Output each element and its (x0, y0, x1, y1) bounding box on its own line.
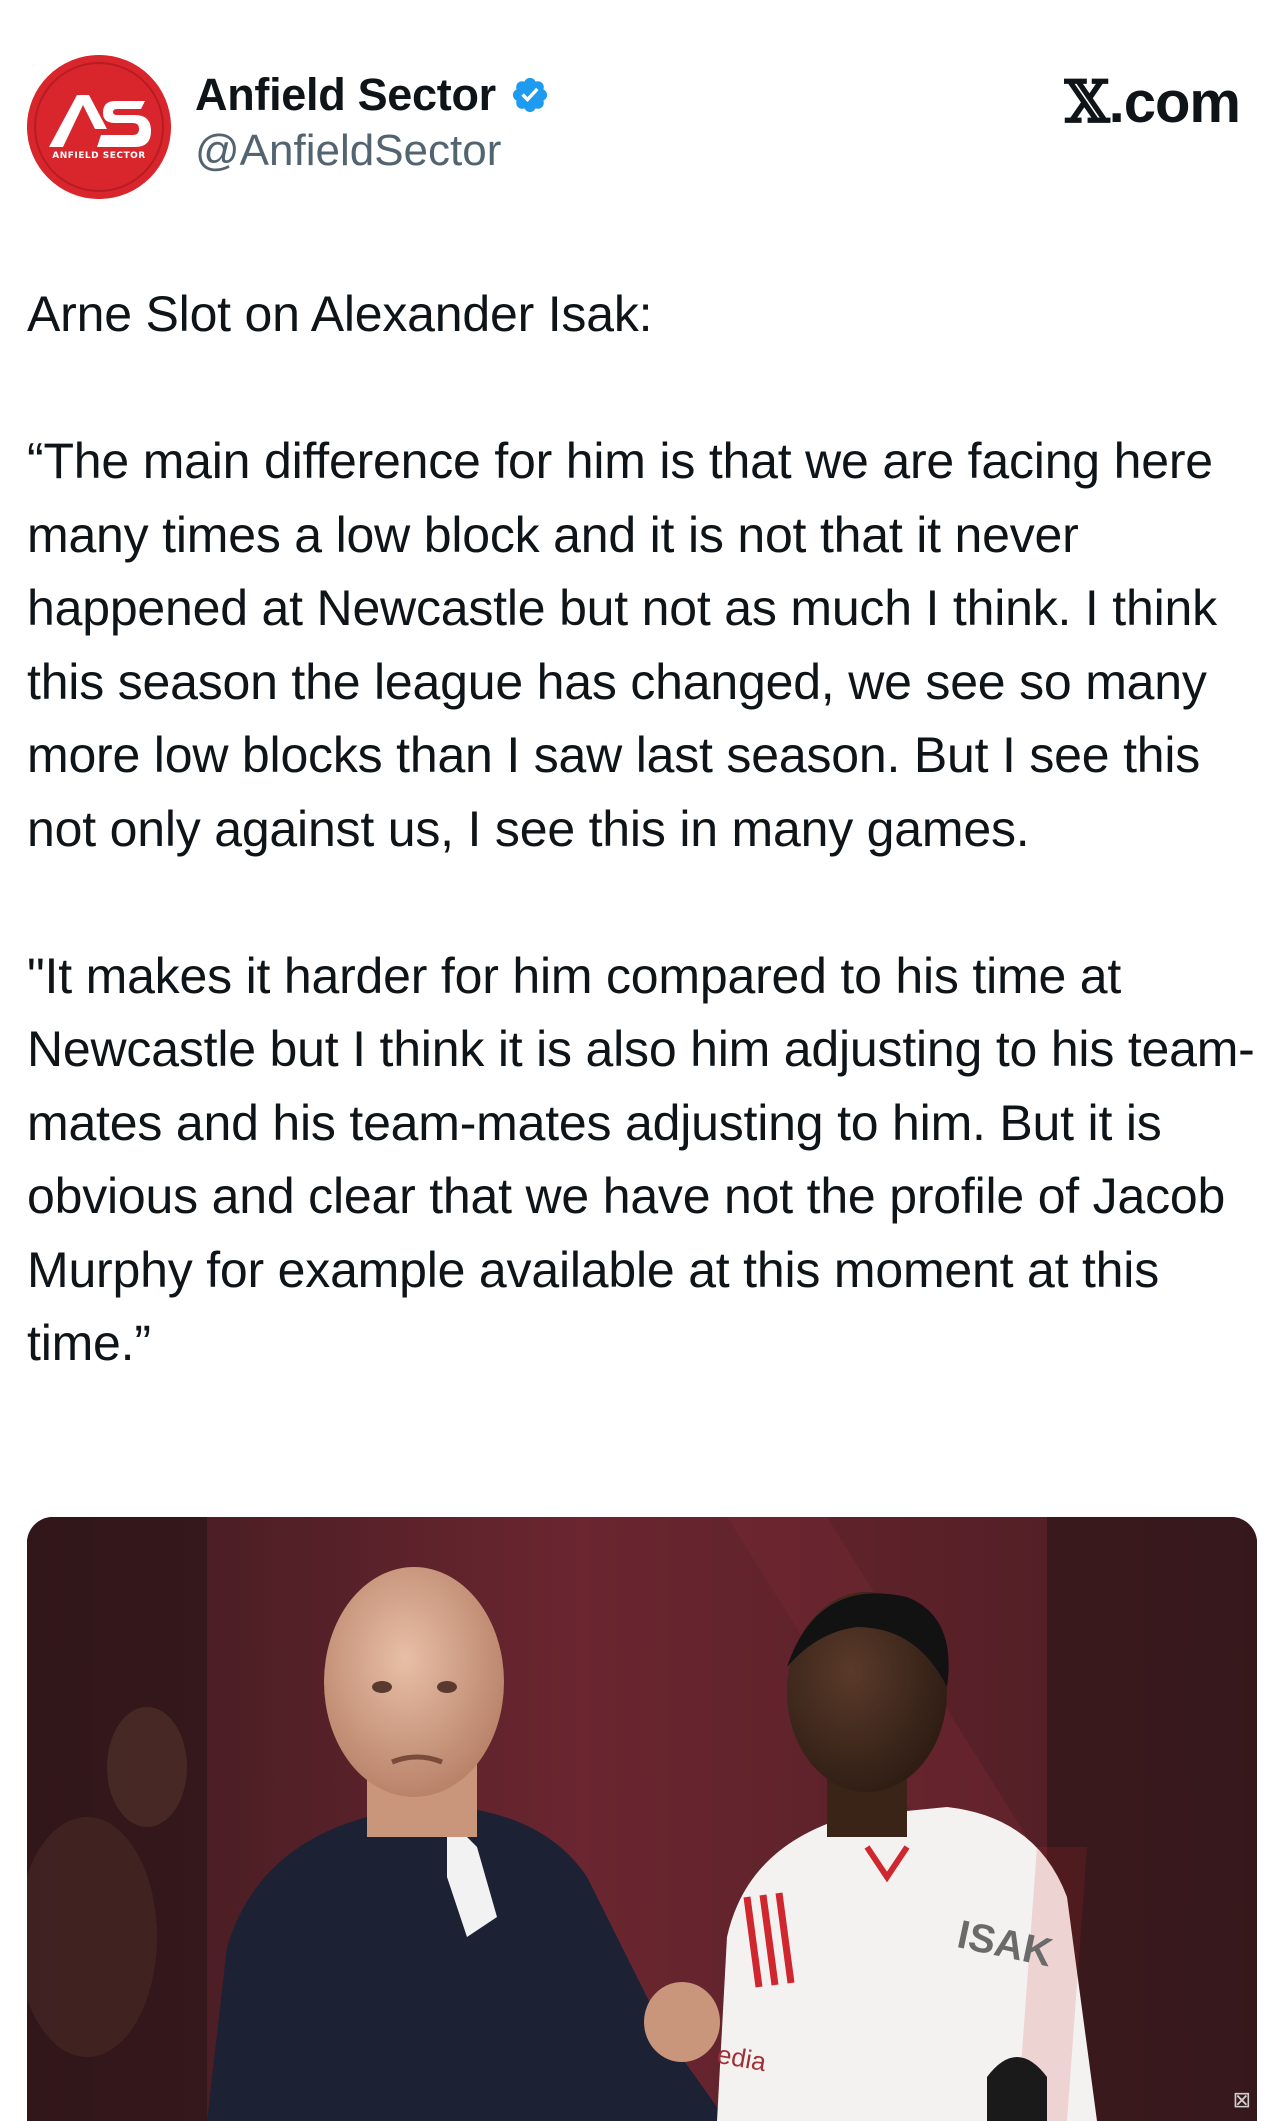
tweet-paragraph-2: "It makes it harder for him compared to … (27, 947, 1255, 1372)
photo-slot-and-isak (27, 1517, 1257, 2121)
avatar-caption: ANFIELD SECTOR (52, 151, 146, 161)
tweet-header: ANFIELD SECTOR Anfield Sector @AnfieldSe… (0, 0, 1284, 220)
tweet-text: Arne Slot on Alexander Isak: “The main d… (27, 278, 1267, 1381)
brand-domain: .com (1108, 70, 1241, 135)
x-logo-icon: 𝕏 (1064, 68, 1110, 136)
tweet-intro: Arne Slot on Alexander Isak: (27, 286, 653, 342)
author-info: Anfield Sector @AnfieldSector (195, 66, 550, 176)
watermark-icon: ⊠ (1232, 2087, 1251, 2112)
tweet-paragraph-1: “The main difference for him is that we … (27, 433, 1231, 857)
verified-badge-icon (510, 75, 550, 115)
avatar[interactable]: ANFIELD SECTOR (27, 55, 171, 199)
tweet-media-photo[interactable]: ISAK edia ⊠ (27, 1517, 1257, 2121)
anfield-sector-logo-icon (27, 55, 171, 199)
author-handle[interactable]: @AnfieldSector (195, 126, 550, 176)
display-name-row: Anfield Sector (195, 66, 550, 124)
x-com-brand: 𝕏.com (1064, 68, 1241, 136)
display-name[interactable]: Anfield Sector (195, 69, 496, 121)
